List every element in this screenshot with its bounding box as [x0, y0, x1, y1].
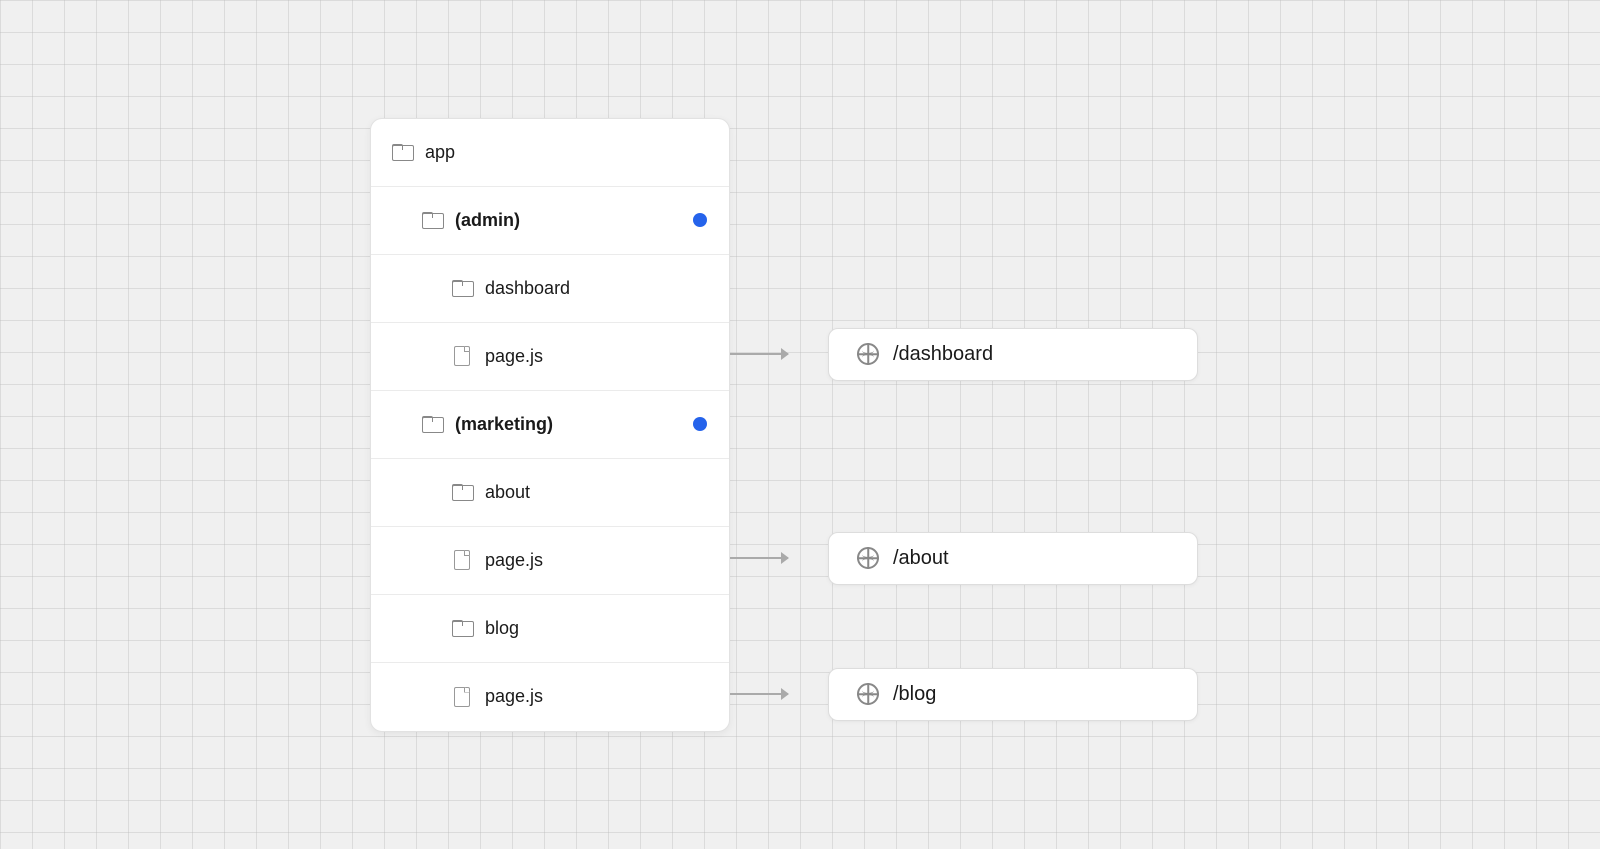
tree-label-dashboard: dashboard — [485, 278, 570, 299]
tree-row-blog: blog — [371, 595, 729, 663]
arrow-line-blog — [730, 693, 788, 695]
arrow-blog — [730, 693, 810, 695]
tree-label-admin: (admin) — [455, 210, 520, 231]
tree-row-admin: (admin) — [371, 187, 729, 255]
folder-icon-about — [451, 481, 473, 503]
tree-label-app: app — [425, 142, 455, 163]
folder-icon-blog — [451, 617, 473, 639]
tree-label-dashboard-page: page.js — [485, 346, 543, 367]
globe-icon-blog — [857, 683, 879, 705]
folder-icon-marketing — [421, 413, 443, 435]
tree-row-about-page: page.js — [371, 527, 729, 595]
folder-icon-dashboard — [451, 277, 473, 299]
globe-icon-about — [857, 547, 879, 569]
folder-icon-admin — [421, 209, 443, 231]
tree-row-about: about — [371, 459, 729, 527]
folder-icon — [391, 141, 413, 163]
blue-dot-marketing — [693, 417, 707, 431]
route-text-dashboard: /dashboard — [893, 343, 993, 366]
tree-row-app: app — [371, 119, 729, 187]
tree-row-blog-page: page.js — [371, 663, 729, 731]
route-item-dashboard: /dashboard — [730, 328, 1198, 381]
arrow-dashboard — [730, 353, 810, 355]
tree-row-dashboard: dashboard — [371, 255, 729, 323]
main-container: app (admin) dashboard page.js — [370, 118, 1230, 732]
route-box-about: /about — [828, 532, 1198, 585]
blue-dot-admin — [693, 213, 707, 227]
arrow-about — [730, 557, 810, 559]
file-icon-blog-page — [451, 686, 473, 708]
route-item-about: /about — [730, 532, 1198, 585]
route-text-about: /about — [893, 547, 949, 570]
file-icon-dashboard-page — [451, 345, 473, 367]
route-item-blog: /blog — [730, 668, 1198, 721]
tree-label-marketing: (marketing) — [455, 414, 553, 435]
tree-row-marketing: (marketing) — [371, 391, 729, 459]
tree-label-about-page: page.js — [485, 550, 543, 571]
route-box-dashboard: /dashboard — [828, 328, 1198, 381]
route-box-blog: /blog — [828, 668, 1198, 721]
globe-icon-dashboard — [857, 343, 879, 365]
arrow-line-about — [730, 557, 788, 559]
tree-label-blog: blog — [485, 618, 519, 639]
route-text-blog: /blog — [893, 683, 936, 706]
arrow-line-dashboard — [730, 353, 788, 355]
tree-label-blog-page: page.js — [485, 686, 543, 707]
tree-row-dashboard-page: page.js — [371, 323, 729, 391]
tree-label-about: about — [485, 482, 530, 503]
file-icon-about-page — [451, 549, 473, 571]
file-tree: app (admin) dashboard page.js — [370, 118, 730, 732]
